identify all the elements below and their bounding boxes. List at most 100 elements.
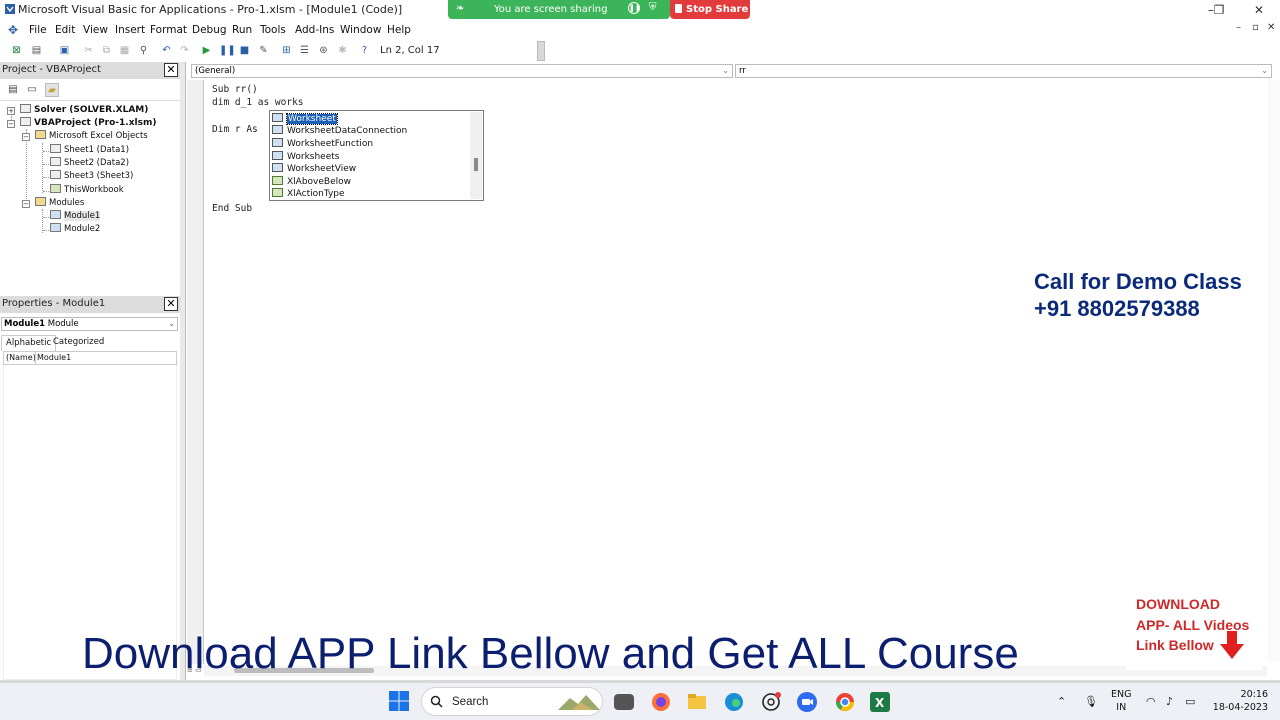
code-line[interactable]: Dim r As <box>212 124 258 135</box>
maximize-button[interactable]: ❐ <box>1199 0 1239 20</box>
properties-row[interactable]: (Name) Module1 <box>3 351 177 365</box>
firefox-icon[interactable] <box>650 691 672 713</box>
mdi-close-button[interactable]: ✕ <box>1267 22 1275 33</box>
paste-icon[interactable]: ▦ <box>118 44 131 57</box>
view-code-icon[interactable]: ▤ <box>6 83 20 97</box>
tree-item-sheet1[interactable]: Sheet1 (Data1) <box>50 144 129 156</box>
project-explorer-icon[interactable]: ⊞ <box>280 44 293 57</box>
copy-icon[interactable]: ⧉ <box>100 44 113 57</box>
folder-icon[interactable] <box>686 691 708 713</box>
margin-indicator-bar[interactable] <box>187 80 204 664</box>
design-mode-icon[interactable]: ✎ <box>257 44 270 57</box>
collapse-excel-objects-button[interactable]: − <box>22 133 30 141</box>
microphone-icon[interactable]: 🎙 <box>1084 695 1098 708</box>
battery-icon[interactable]: ▭ <box>1185 695 1195 708</box>
cut-icon[interactable]: ✂ <box>82 44 95 57</box>
tree-item-module1[interactable]: Module1 <box>50 210 101 222</box>
intellisense-item[interactable]: WorksheetView <box>272 163 470 175</box>
menu-view[interactable]: View <box>83 24 108 36</box>
tab-categorized[interactable]: Categorized <box>49 335 108 351</box>
file-explorer-icon[interactable] <box>614 694 634 710</box>
language-indicator[interactable]: ENG IN <box>1111 688 1131 714</box>
zoom-icon[interactable] <box>796 691 818 713</box>
menu-format[interactable]: Format <box>150 24 187 36</box>
menu-add-ins[interactable]: Add-Ins <box>295 24 334 36</box>
view-excel-icon[interactable]: ⊠ <box>10 44 23 57</box>
code-line[interactable]: End Sub <box>212 203 252 214</box>
close-button[interactable]: ✕ <box>1239 0 1279 20</box>
break-icon[interactable]: ❚❚ <box>219 44 236 57</box>
pause-share-icon[interactable]: ❚❚ <box>628 2 641 14</box>
view-object-icon[interactable]: ▭ <box>25 83 39 97</box>
code-vertical-scrollbar[interactable] <box>1268 80 1280 662</box>
clock[interactable]: 20:16 18-04-2023 <box>1206 688 1268 714</box>
tab-alphabetic[interactable]: Alphabetic <box>1 335 57 351</box>
intellisense-item[interactable]: XlAboveBelow <box>272 176 470 188</box>
run-icon[interactable]: ▶ <box>200 44 213 57</box>
windows-start-icon[interactable] <box>389 691 409 711</box>
insert-module-icon[interactable]: ▤ <box>30 44 43 57</box>
scrollbar-thumb[interactable] <box>474 158 478 171</box>
volume-icon[interactable]: ♪ <box>1166 695 1173 708</box>
taskbar-search[interactable]: Search <box>421 687 603 716</box>
help-icon[interactable]: ? <box>358 44 371 57</box>
tree-item-modules[interactable]: Modules <box>35 197 84 209</box>
vba-menu-icon[interactable]: ✥ <box>8 23 22 37</box>
properties-object-select[interactable]: Module1 Module ⌄ <box>1 317 178 331</box>
toggle-folders-icon[interactable]: ▰ <box>45 83 59 97</box>
project-panel-close-button[interactable]: ✕ <box>164 63 178 77</box>
tree-item-excel-objects[interactable]: Microsoft Excel Objects <box>35 130 148 142</box>
menu-edit[interactable]: Edit <box>55 24 75 36</box>
menu-debug[interactable]: Debug <box>192 24 227 36</box>
chatgpt-icon[interactable] <box>760 691 782 713</box>
properties-window-icon[interactable]: ☰ <box>298 44 311 57</box>
mdi-minimize-button[interactable]: – <box>1236 22 1241 33</box>
find-icon[interactable]: ⚲ <box>137 44 150 57</box>
intellisense-item[interactable]: XlActionType <box>272 188 470 200</box>
property-value[interactable]: Module1 <box>37 352 71 364</box>
intellisense-item[interactable]: Worksheet <box>272 113 470 125</box>
tree-item-solver[interactable]: Solver (SOLVER.XLAM) <box>20 104 148 116</box>
menu-help[interactable]: Help <box>387 24 411 36</box>
project-icon <box>20 117 31 126</box>
code-line[interactable]: dim d_1 as works <box>212 97 304 108</box>
wifi-icon[interactable]: ◠ <box>1146 695 1156 708</box>
toolbox-icon[interactable]: ✱ <box>336 44 349 57</box>
procedure-combo[interactable]: rr ⌄ <box>735 64 1272 78</box>
redo-icon[interactable]: ↷ <box>178 44 191 57</box>
stop-share-button[interactable]: Stop Share <box>670 0 750 19</box>
undo-icon[interactable]: ↶ <box>160 44 173 57</box>
chrome-icon[interactable] <box>834 691 856 713</box>
tree-item-thisworkbook[interactable]: ThisWorkbook <box>50 184 124 196</box>
expand-solver-button[interactable]: + <box>7 107 15 115</box>
tree-item-sheet2[interactable]: Sheet2 (Data2) <box>50 157 129 169</box>
collapse-modules-button[interactable]: − <box>22 200 30 208</box>
course-banner: Download APP Link Bellow and Get ALL Cou… <box>82 629 1019 678</box>
intellisense-item[interactable]: WorksheetDataConnection <box>272 125 470 137</box>
menu-run[interactable]: Run <box>232 24 252 36</box>
tree-item-sheet3[interactable]: Sheet3 (Sheet3) <box>50 170 133 182</box>
folder-icon <box>35 197 46 206</box>
code-line[interactable]: Sub rr() <box>212 84 258 95</box>
properties-panel-close-button[interactable]: ✕ <box>164 297 178 311</box>
menu-window[interactable]: Window <box>340 24 381 36</box>
menu-tools[interactable]: Tools <box>260 24 286 36</box>
menu-insert[interactable]: Insert <box>115 24 145 36</box>
chevron-up-icon[interactable]: ⌃ <box>1057 695 1066 708</box>
save-icon[interactable]: ▣ <box>58 44 71 57</box>
tree-item-vbaproject[interactable]: VBAProject (Pro-1.xlsm) <box>20 117 156 129</box>
tree-item-module2[interactable]: Module2 <box>50 223 100 235</box>
procedure-combo-value: rr <box>739 66 746 76</box>
collapse-vbaproject-button[interactable]: − <box>7 120 15 128</box>
menu-file[interactable]: File <box>29 24 47 36</box>
intellisense-item[interactable]: Worksheets <box>272 151 470 163</box>
object-combo[interactable]: (General) ⌄ <box>191 64 733 78</box>
toolbar-overflow-button[interactable] <box>537 41 545 61</box>
reset-icon[interactable]: ■ <box>238 44 251 57</box>
object-browser-icon[interactable]: ⊛ <box>317 44 330 57</box>
edge-icon[interactable] <box>723 691 745 713</box>
intellisense-scrollbar[interactable] <box>470 112 482 199</box>
excel-icon[interactable]: X <box>869 691 891 713</box>
intellisense-item[interactable]: WorksheetFunction <box>272 138 470 150</box>
mdi-restore-button[interactable]: ▫ <box>1252 22 1259 33</box>
